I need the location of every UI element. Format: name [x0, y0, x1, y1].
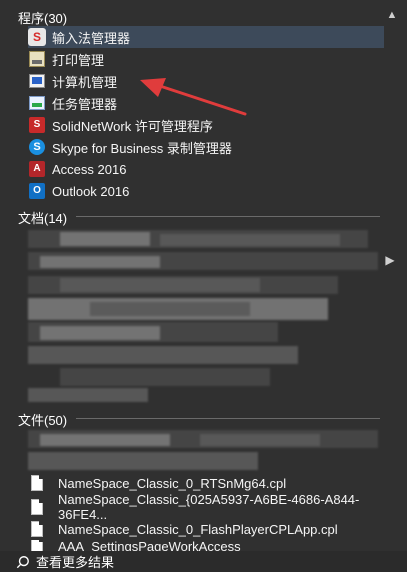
program-label: Skype for Business 录制管理器	[52, 140, 232, 156]
program-item-solidnetwork[interactable]: S SolidNetWork 许可管理程序	[28, 114, 384, 136]
obscured-row	[40, 326, 160, 340]
printer-icon	[28, 50, 46, 68]
program-label: SolidNetWork 许可管理程序	[52, 118, 213, 134]
see-more-results-label: 查看更多结果	[36, 555, 115, 570]
program-label: 打印管理	[52, 52, 105, 68]
program-item-access[interactable]: A Access 2016	[28, 158, 384, 180]
outlook-icon: O	[28, 182, 46, 200]
section-title-programs: 程序(30)	[18, 11, 68, 26]
program-item-computer-management[interactable]: 计算机管理	[28, 70, 384, 92]
see-more-results-button[interactable]: 查看更多结果	[0, 551, 407, 572]
program-label: Outlook 2016	[52, 183, 130, 199]
program-label: Access 2016	[52, 161, 127, 177]
search-icon	[14, 553, 32, 571]
section-title-files: 文件(50)	[18, 413, 68, 428]
file-icon	[28, 520, 46, 538]
section-title-documents: 文档(14)	[18, 211, 68, 226]
section-header-files: 文件(50)	[18, 410, 67, 429]
obscured-row	[60, 232, 150, 246]
obscured-row	[90, 302, 250, 316]
section-header-programs: 程序(30)	[18, 8, 67, 27]
obscured-row	[28, 452, 258, 470]
file-item[interactable]: NameSpace_Classic_{025A5937-A6BE-4686-A8…	[28, 492, 388, 522]
obscured-row	[60, 278, 260, 292]
program-item-ime-manager[interactable]: S 输入法管理器	[28, 26, 384, 48]
obscured-row	[160, 234, 340, 246]
program-label: 输入法管理器	[52, 30, 131, 46]
file-icon	[28, 474, 46, 492]
obscured-row	[200, 434, 320, 446]
skype-icon: S	[28, 138, 46, 156]
obscured-row	[28, 346, 298, 364]
file-label: NameSpace_Classic_0_RTSnMg64.cpl	[58, 475, 287, 491]
expand-arrow-icon[interactable]: ▶	[383, 253, 397, 267]
program-label: 任务管理器	[52, 96, 118, 112]
file-label: NameSpace_Classic_0_FlashPlayerCPLApp.cp…	[58, 521, 338, 537]
access-icon: A	[28, 160, 46, 178]
task-manager-icon	[28, 94, 46, 112]
solidnetwork-icon: S	[28, 116, 46, 134]
obscured-row	[40, 256, 160, 268]
obscured-row	[28, 388, 148, 402]
program-item-print-management[interactable]: 打印管理	[28, 48, 384, 70]
section-divider	[76, 216, 380, 217]
scroll-up-arrow-icon[interactable]: ▲	[385, 8, 399, 22]
search-results-panel: ▲ 程序(30) S 输入法管理器 打印管理 计算机管理 任务管理器 S Sol…	[0, 0, 407, 572]
obscured-row	[40, 434, 170, 446]
program-item-task-manager[interactable]: 任务管理器	[28, 92, 384, 114]
program-label: 计算机管理	[52, 74, 118, 90]
file-icon	[28, 498, 46, 516]
file-item[interactable]: NameSpace_Classic_0_RTSnMg64.cpl	[28, 472, 388, 494]
section-divider	[76, 418, 380, 419]
ime-icon: S	[28, 28, 46, 46]
file-item[interactable]: NameSpace_Classic_0_FlashPlayerCPLApp.cp…	[28, 518, 388, 540]
computer-management-icon	[28, 72, 46, 90]
section-header-documents: 文档(14)	[18, 208, 67, 227]
program-item-outlook[interactable]: O Outlook 2016	[28, 180, 384, 202]
program-item-skype-recording[interactable]: S Skype for Business 录制管理器	[28, 136, 384, 158]
obscured-row	[60, 368, 270, 386]
